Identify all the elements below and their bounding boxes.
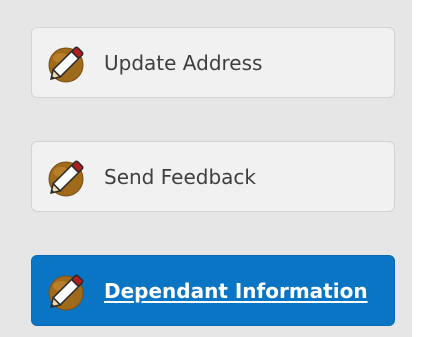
update-address-label: Update Address [104,50,263,75]
dependant-information-link[interactable]: Dependant Information [104,281,368,301]
action-panel: Update Address Send Feedback Dependant I… [0,0,412,337]
pencil-icon [44,40,92,86]
pencil-icon [44,268,92,314]
page-edge [412,0,427,337]
send-feedback-button[interactable]: Send Feedback [31,141,395,212]
pencil-icon [44,154,92,200]
update-address-button[interactable]: Update Address [31,27,395,98]
dependant-information-button[interactable]: Dependant Information [31,255,395,326]
send-feedback-label: Send Feedback [104,164,256,189]
